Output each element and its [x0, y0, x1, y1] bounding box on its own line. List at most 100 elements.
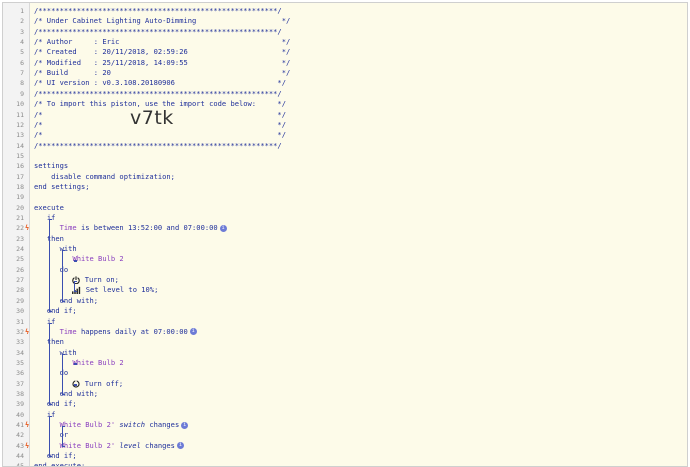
line-number: 6 [20, 58, 24, 67]
line-number: 33 [16, 338, 24, 347]
line-number: 13 [16, 131, 24, 140]
code-line: 18 end settings; [3, 182, 687, 192]
comment-border: /***************************************… [34, 6, 282, 15]
line-number: 16 [16, 162, 24, 171]
block-guide-tick [48, 322, 52, 324]
info-icon[interactable]: i [219, 224, 227, 232]
line-number: 27 [16, 276, 24, 285]
code-line: 32 ϟ Time happens daily at 07:00:00 i [3, 327, 687, 337]
block-guide-tick [61, 426, 65, 428]
attribute-switch: switch [115, 420, 146, 429]
block-guide-tick [74, 290, 78, 292]
code-line: 15 [3, 151, 687, 161]
import-code: v7tk [130, 107, 174, 129]
semicolon: ; [154, 285, 159, 295]
block-guide-tick [74, 384, 78, 386]
comment-modified: /* Modified : 25/11/2018, 14:09:55 */ [34, 57, 291, 67]
code-line: 14 /*************************************… [3, 141, 687, 151]
line-number: 12 [16, 120, 24, 129]
comment-blank: /* */ [34, 130, 286, 140]
keyword-execute: execute [34, 202, 64, 212]
code-line: 1 /**************************************… [3, 6, 687, 16]
block-guide-tick [61, 394, 65, 396]
time-start-value: 13:52:00 [127, 223, 163, 233]
code-text: /***************************************… [34, 89, 282, 99]
code-line: 22 ϟ Time is between 13:52:00 and 07:00:0… [3, 223, 687, 233]
line-number: 14 [16, 141, 24, 150]
keyword-end-with: end with; [59, 295, 99, 305]
code-text: White Bulb 2' level changes i [34, 441, 184, 451]
code-text: end if; [34, 399, 77, 409]
code-text: /* Build : 20 */ [34, 68, 290, 78]
line-number: 34 [16, 348, 24, 357]
block-guide-tick [48, 404, 52, 406]
code-line: 28 Set level to 10%; [3, 285, 687, 295]
code-text: /***************************************… [34, 141, 282, 151]
code-line: 9 /**************************************… [3, 89, 687, 99]
code-text: /* Created : 20/11/2018, 02:59:26 */ [34, 47, 290, 57]
code-line: 21 if [3, 213, 687, 223]
line-number: 4 [20, 38, 24, 47]
trigger-icon: ϟ [25, 441, 30, 450]
keyword-settings: settings [34, 161, 69, 171]
time-variable: Time [59, 326, 77, 336]
block-guide-tick [61, 300, 65, 302]
info-icon[interactable]: i [189, 328, 197, 336]
code-text: execute [34, 203, 64, 213]
code-text: end with; [34, 389, 98, 399]
line-number: 37 [16, 379, 24, 388]
code-line: 23 then [3, 234, 687, 244]
line-number: 35 [16, 358, 24, 367]
code-text: Time is between 13:52:00 and 07:00:00 i [34, 223, 227, 233]
code-text: White Bulb 2' switch changes i [34, 420, 189, 430]
code-text: Set level to 10%; [34, 285, 158, 295]
code-line: 39 end if; [3, 399, 687, 409]
code-line: 34 with [3, 348, 687, 358]
code-line: 4 /* Author : Eric */ [3, 37, 687, 47]
code-text: /***************************************… [34, 27, 282, 37]
block-guide [48, 322, 50, 405]
line-number: 25 [16, 255, 24, 264]
code-line: 16 settings [3, 161, 687, 171]
block-guide [74, 281, 76, 291]
device-white-bulb-2: White Bulb 2' [59, 440, 116, 450]
code-text: do [34, 368, 69, 378]
info-icon[interactable]: i [181, 421, 189, 429]
code-text: disable command optimization; [34, 172, 175, 182]
code-text: White Bulb 2 [34, 254, 124, 264]
code-text: if [34, 317, 56, 327]
line-number: 7 [20, 69, 24, 78]
code-text: /* Modified : 25/11/2018, 14:09:55 */ [34, 58, 290, 68]
code-line: 11/* */ [3, 110, 687, 120]
code-line: 43 ϟ White Bulb 2' level changes i [3, 441, 687, 451]
device-white-bulb-2: White Bulb 2 [72, 254, 124, 264]
operator-changes: changes [140, 440, 175, 450]
block-guide [61, 426, 63, 446]
code-line: 44 end if; [3, 451, 687, 461]
line-number: 26 [16, 265, 24, 274]
code-text: or [34, 430, 69, 440]
code-text: end with; [34, 296, 98, 306]
code-text: if [34, 213, 56, 223]
code-line: 8 /* UI version : v0.3.108.20180906 */ [3, 78, 687, 88]
code-line: 7 /* Build : 20 */ [3, 68, 687, 78]
code-text: do [34, 265, 69, 275]
trigger-icon: ϟ [25, 224, 30, 233]
line-number: 22 [16, 224, 24, 233]
line-number: 2 [20, 17, 24, 26]
line-number: 15 [16, 151, 24, 160]
comment-build: /* Build : 20 */ [34, 68, 291, 78]
line-number: 10 [16, 100, 24, 109]
block-guide-tick [74, 363, 78, 365]
code-line: 36 do [3, 368, 687, 378]
command-set-level: Set level to [85, 285, 142, 295]
info-icon[interactable]: i [176, 442, 184, 450]
block-guide [61, 353, 63, 395]
code-line: 19 [3, 192, 687, 202]
code-line: 33 then [3, 337, 687, 347]
line-number: 19 [16, 193, 24, 202]
line-number: 41 [16, 421, 24, 429]
block-guide-tick [48, 415, 52, 417]
attribute-level: level [115, 440, 141, 450]
line-number: 3 [20, 27, 24, 36]
